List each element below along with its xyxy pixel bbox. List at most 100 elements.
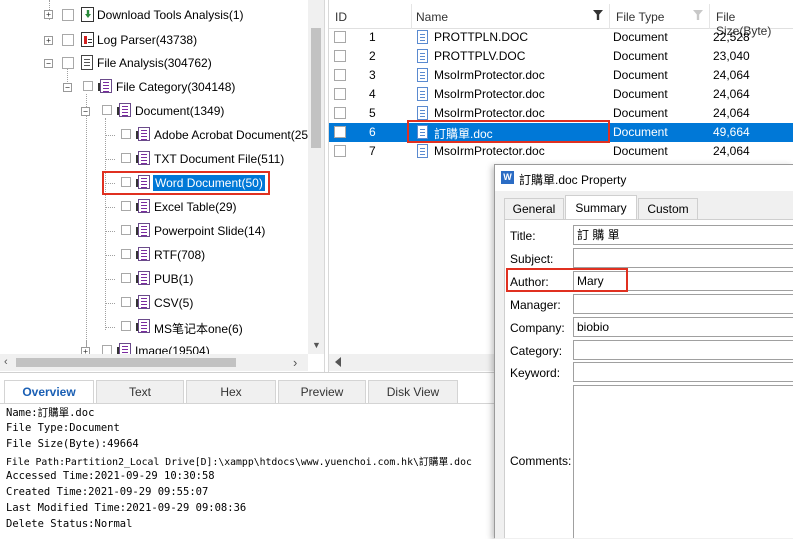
- scroll-left-arrow-icon[interactable]: [335, 357, 341, 367]
- row-checkbox[interactable]: [334, 69, 346, 81]
- filter-icon[interactable]: [593, 10, 603, 20]
- company-field[interactable]: biobio: [573, 317, 793, 337]
- tree-checkbox[interactable]: [121, 321, 131, 331]
- collapse-toggle[interactable]: −: [63, 83, 72, 92]
- table-row[interactable]: 4 MsoIrmProtector.doc Document 24,064: [329, 85, 793, 104]
- tab-disk-view[interactable]: Disk View: [368, 380, 458, 404]
- row-checkbox[interactable]: [334, 31, 346, 43]
- tab-preview[interactable]: Preview: [278, 380, 366, 404]
- row-checkbox[interactable]: [334, 145, 346, 157]
- table-row[interactable]: 1 PROTTPLN.DOC Document 22,528: [329, 28, 793, 47]
- author-field[interactable]: Mary: [573, 271, 793, 291]
- cell-name: MsoIrmProtector.doc: [434, 68, 545, 82]
- overview-name: Name:訂購單.doc: [6, 407, 95, 419]
- tree-checkbox[interactable]: [121, 225, 131, 235]
- tree-item-pub[interactable]: PUB(1): [154, 272, 193, 286]
- log-parser-icon: [81, 32, 94, 47]
- tree-item-powerpoint[interactable]: Powerpoint Slide(14): [154, 224, 265, 238]
- tree-checkbox[interactable]: [121, 297, 131, 307]
- filter-icon[interactable]: [693, 10, 703, 20]
- tree-vertical-scrollbar[interactable]: ▼: [308, 0, 324, 354]
- tree-checkbox[interactable]: [83, 81, 93, 91]
- tree-item-txt-document[interactable]: TXT Document File(511): [154, 152, 284, 166]
- tree-item-csv[interactable]: CSV(5): [154, 296, 193, 310]
- tree-item-rtf[interactable]: RTF(708): [154, 248, 205, 262]
- overview-accessed-time: Accessed Time:2021-09-29 10:30:58: [6, 470, 215, 482]
- row-checkbox[interactable]: [334, 107, 346, 119]
- tree-item-document[interactable]: Document(1349): [135, 104, 224, 118]
- tree-item-log-parser[interactable]: Log Parser(43738): [97, 33, 197, 47]
- dialog-tab-custom[interactable]: Custom: [638, 198, 698, 219]
- tree-item-word-document[interactable]: Word Document(50): [153, 175, 265, 191]
- tree-checkbox[interactable]: [121, 153, 131, 163]
- cell-file-type: Document: [613, 49, 668, 63]
- tree-checkbox[interactable]: [62, 57, 74, 69]
- expand-toggle[interactable]: +: [44, 36, 53, 45]
- dialog-tab-summary[interactable]: Summary: [565, 195, 637, 220]
- tree-item-file-category[interactable]: File Category(304148): [116, 80, 235, 94]
- cell-file-size: 24,064: [713, 106, 750, 120]
- tab-overview[interactable]: Overview: [4, 380, 94, 404]
- dialog-title: 訂購單.doc Property: [519, 173, 627, 187]
- rtf-category-icon: [136, 247, 150, 261]
- tree-checkbox[interactable]: [102, 105, 112, 115]
- tab-hex[interactable]: Hex: [186, 380, 276, 404]
- overview-created-time: Created Time:2021-09-29 09:55:07: [6, 486, 209, 498]
- scroll-down-arrow-icon[interactable]: ▼: [312, 340, 321, 350]
- cell-name: MsoIrmProtector.doc: [434, 106, 545, 120]
- tree-checkbox[interactable]: [121, 129, 131, 139]
- tree-checkbox[interactable]: [121, 249, 131, 259]
- expand-toggle[interactable]: +: [44, 10, 53, 19]
- column-header-file-type[interactable]: File Type: [616, 10, 664, 24]
- table-row[interactable]: 2 PROTTPLV.DOC Document 23,040: [329, 47, 793, 66]
- cell-id: 1: [369, 30, 376, 44]
- collapse-toggle[interactable]: −: [44, 59, 53, 68]
- row-checkbox[interactable]: [334, 50, 346, 62]
- tree-item-ms-onenote[interactable]: MS笔记本one(6): [154, 320, 243, 337]
- table-row[interactable]: 7 MsoIrmProtector.doc Document 24,064: [329, 142, 793, 161]
- scroll-right-arrow-icon[interactable]: ›: [293, 355, 297, 370]
- tree-checkbox[interactable]: [62, 34, 74, 46]
- category-field[interactable]: [573, 340, 793, 360]
- dialog-title-bar[interactable]: W 訂購單.doc Property: [495, 165, 793, 191]
- cell-id: 2: [369, 49, 376, 63]
- keyword-field[interactable]: [573, 362, 793, 382]
- cell-file-type: Document: [613, 125, 668, 139]
- cell-file-size: 49,664: [713, 125, 750, 139]
- cell-file-type: Document: [613, 30, 668, 44]
- subject-field[interactable]: [573, 248, 793, 268]
- word-file-icon: [417, 49, 428, 63]
- tree-checkbox[interactable]: [121, 177, 131, 187]
- keyword-label: Keyword:: [510, 366, 561, 380]
- column-header-name[interactable]: Name: [416, 10, 448, 24]
- comments-label: Comments:: [510, 454, 572, 468]
- scrollbar-thumb[interactable]: [16, 358, 236, 367]
- tree-checkbox[interactable]: [121, 201, 131, 211]
- table-row[interactable]: 3 MsoIrmProtector.doc Document 24,064: [329, 66, 793, 85]
- tree-item-excel-table[interactable]: Excel Table(29): [154, 200, 237, 214]
- row-checkbox[interactable]: [334, 126, 346, 138]
- table-row-selected[interactable]: 6 訂購單.doc Document 49,664: [329, 123, 793, 142]
- row-checkbox[interactable]: [334, 88, 346, 100]
- cell-file-size: 22,528: [713, 30, 750, 44]
- tab-text[interactable]: Text: [96, 380, 184, 404]
- manager-field[interactable]: [573, 294, 793, 314]
- collapse-toggle[interactable]: −: [81, 107, 90, 116]
- cell-id: 7: [369, 144, 376, 158]
- tree-item-adobe-acrobat[interactable]: Adobe Acrobat Document(25: [154, 128, 308, 142]
- word-app-icon: W: [501, 171, 514, 184]
- table-row[interactable]: 5 MsoIrmProtector.doc Document 24,064: [329, 104, 793, 123]
- title-field[interactable]: 訂 購 單: [573, 225, 793, 245]
- dialog-tab-general[interactable]: General: [504, 198, 564, 219]
- scroll-left-arrow-icon[interactable]: ‹: [4, 356, 8, 368]
- tree-checkbox[interactable]: [62, 9, 74, 21]
- cell-file-type: Document: [613, 106, 668, 120]
- tree-item-download-tools[interactable]: Download Tools Analysis(1): [97, 8, 244, 22]
- tree-checkbox[interactable]: [121, 273, 131, 283]
- tree-item-file-analysis[interactable]: File Analysis(304762): [97, 56, 212, 70]
- comments-field[interactable]: [573, 385, 793, 538]
- tree-horizontal-scrollbar[interactable]: ‹ ›: [0, 354, 308, 371]
- scrollbar-thumb[interactable]: [311, 28, 321, 148]
- column-header-id[interactable]: ID: [335, 10, 347, 24]
- overview-delete-status: Delete Status:Normal: [6, 518, 133, 530]
